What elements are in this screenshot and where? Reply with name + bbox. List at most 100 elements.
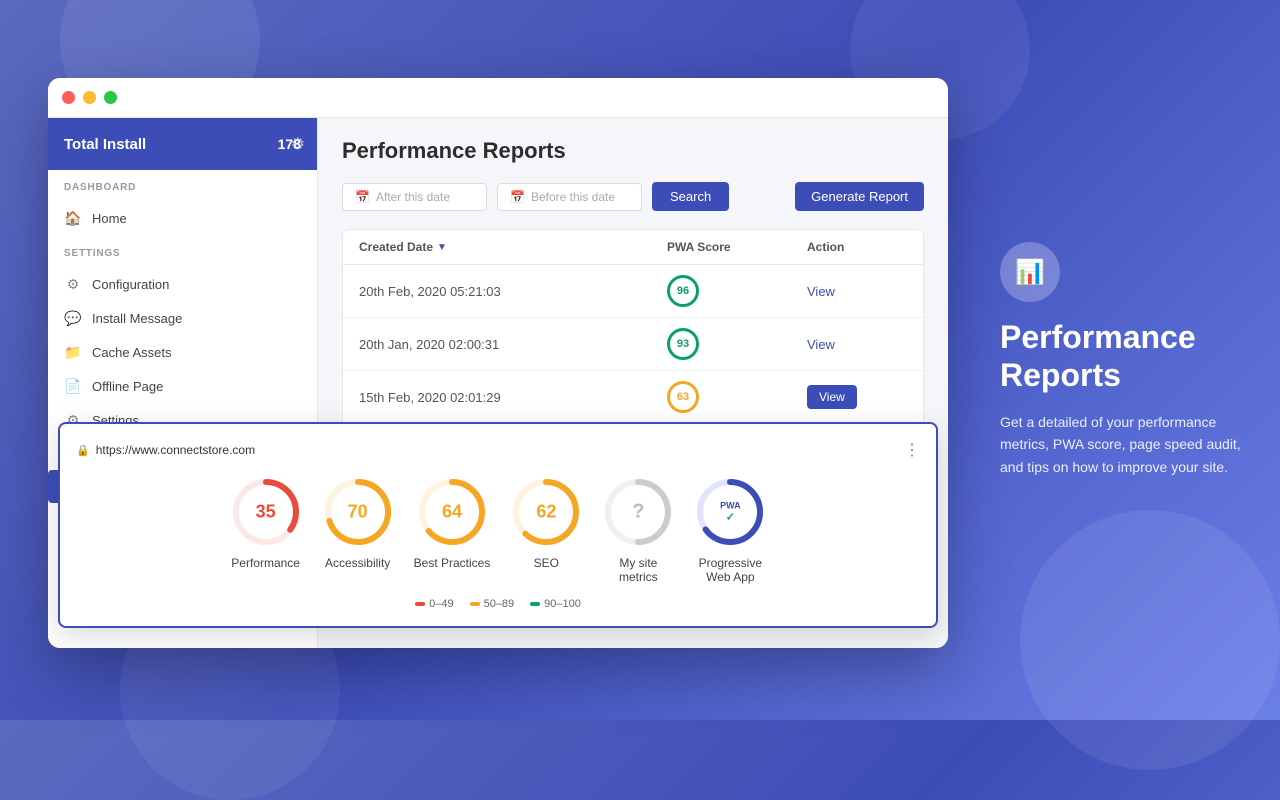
right-panel: 📊 Performance Reports Get a detailed of …	[970, 0, 1280, 720]
panel-title: Performance Reports	[1000, 318, 1250, 395]
score-badge: 93	[667, 328, 699, 360]
message-icon: 💬	[64, 310, 82, 327]
metric-seo: 62 SEO	[510, 476, 582, 570]
legend-label-red: 0–49	[429, 598, 453, 610]
review-icon: ❤	[64, 646, 82, 648]
legend-dot-green	[530, 602, 540, 606]
sidebar-item-offline-page[interactable]: 📄 Offline Page	[48, 370, 317, 403]
best-practices-value: 64	[442, 502, 462, 523]
dashboard-section: DASHBOARD	[48, 170, 317, 201]
score-badge: 96	[667, 275, 699, 307]
view-link[interactable]: View	[807, 284, 835, 299]
filter-bar: 📅 After this date 📅 Before this date Sea…	[342, 182, 924, 211]
site-metrics-circle: ?	[602, 476, 674, 548]
sidebar-item-home[interactable]: 🏠 Home	[48, 202, 317, 235]
configuration-icon: ⚙	[64, 276, 82, 293]
row-score: 63	[667, 381, 807, 413]
pwa-circle: PWA ✓	[694, 476, 766, 548]
row-action: View	[807, 337, 907, 352]
col-pwa-header: PWA Score	[667, 240, 807, 254]
calendar-icon: 📅	[355, 190, 370, 204]
settings-section: SETTINGS	[48, 236, 317, 267]
install-message-label: Install Message	[92, 311, 182, 326]
metric-pwa: PWA ✓ ProgressiveWeb App	[694, 476, 766, 584]
sidebar-item-install-message[interactable]: 💬 Install Message	[48, 302, 317, 335]
legend-dot-orange	[470, 602, 480, 606]
offline-page-label: Offline Page	[92, 379, 163, 394]
col-date-header: Created Date ▼	[359, 240, 667, 254]
main-content: Performance Reports 📅 After this date 📅 …	[318, 118, 948, 648]
site-metrics-value: ?	[632, 501, 644, 524]
row-action: View	[807, 385, 907, 409]
legend-dot-red	[415, 602, 425, 606]
accessibility-circle: 70	[322, 476, 394, 548]
sidebar-header: Total Install 178 ⚙	[48, 118, 317, 170]
row-action: View	[807, 284, 907, 299]
legend-item-green: 90–100	[530, 598, 581, 610]
configuration-label: Configuration	[92, 277, 169, 292]
best-practices-label: Best Practices	[414, 556, 491, 570]
panel-description: Get a detailed of your performance metri…	[1000, 411, 1250, 478]
settings-section-label: SETTINGS	[64, 248, 301, 259]
row-score: 96	[667, 275, 807, 307]
metrics-popup: 🔒 https://www.connectstore.com ⋮ 35	[318, 422, 938, 628]
write-review-label: Write a Review	[92, 647, 179, 648]
popup-url-bar: 🔒 https://www.connectstore.com ⋮	[318, 440, 920, 460]
row-date: 20th Feb, 2020 05:21:03	[359, 284, 667, 299]
offline-icon: 📄	[64, 378, 82, 395]
metrics-row: 35 Performance 70 Accessi	[318, 476, 920, 584]
panel-icon-circle: 📊	[1000, 242, 1060, 302]
legend-row: 0–49 50–89 90–100	[318, 598, 920, 610]
table-row: 20th Feb, 2020 05:21:03 96 View	[343, 265, 923, 318]
before-date-input[interactable]: 📅 Before this date	[497, 183, 642, 211]
sidebar-item-cache-assets[interactable]: 📁 Cache Assets	[48, 336, 317, 369]
before-date-placeholder: Before this date	[531, 190, 615, 204]
after-date-input[interactable]: 📅 After this date	[342, 183, 487, 211]
metric-site-metrics: ? My sitemetrics	[602, 476, 674, 584]
sidebar-item-configuration[interactable]: ⚙ Configuration	[48, 268, 317, 301]
sort-icon: ▼	[437, 242, 447, 253]
legend-item-red: 0–49	[415, 598, 453, 610]
maximize-button[interactable]	[104, 91, 117, 104]
legend-label-orange: 50–89	[484, 598, 515, 610]
browser-titlebar	[48, 78, 948, 118]
best-practices-circle: 64	[416, 476, 488, 548]
seo-circle: 62	[510, 476, 582, 548]
page-title: Performance Reports	[342, 138, 924, 164]
close-button[interactable]	[62, 91, 75, 104]
home-icon: 🏠	[64, 210, 82, 227]
table-row: 15th Feb, 2020 02:01:29 63 View	[343, 371, 923, 424]
browser-window: Total Install 178 ⚙ DASHBOARD 🏠 Home SET…	[48, 78, 948, 648]
seo-label: SEO	[534, 556, 559, 570]
sidebar-item-write-review[interactable]: ❤ Write a Review	[48, 638, 317, 648]
metric-accessibility: 70 Accessibility	[322, 476, 394, 570]
after-date-placeholder: After this date	[376, 190, 450, 204]
seo-value: 62	[536, 502, 556, 523]
accessibility-value: 70	[348, 502, 368, 523]
table-header: Created Date ▼ PWA Score Action	[343, 230, 923, 265]
calendar-icon-2: 📅	[510, 190, 525, 204]
legend-label-green: 90–100	[544, 598, 581, 610]
metric-best-practices: 64 Best Practices	[414, 476, 491, 570]
settings-icon[interactable]: ⚙	[291, 134, 305, 154]
pwa-label: ProgressiveWeb App	[699, 556, 762, 584]
popup-menu-icon[interactable]: ⋮	[904, 440, 920, 460]
cache-assets-label: Cache Assets	[92, 345, 172, 360]
row-score: 93	[667, 328, 807, 360]
view-link[interactable]: View	[807, 337, 835, 352]
legend-item-orange: 50–89	[470, 598, 515, 610]
home-label: Home	[92, 211, 127, 226]
col-action-header: Action	[807, 240, 907, 254]
dashboard-section-label: DASHBOARD	[64, 182, 301, 193]
accessibility-label: Accessibility	[325, 556, 390, 570]
generate-report-button[interactable]: Generate Report	[795, 182, 924, 211]
search-button[interactable]: Search	[652, 182, 729, 211]
row-date: 15th Feb, 2020 02:01:29	[359, 390, 667, 405]
row-date: 20th Jan, 2020 02:00:31	[359, 337, 667, 352]
view-button-active[interactable]: View	[807, 385, 857, 409]
minimize-button[interactable]	[83, 91, 96, 104]
cache-icon: 📁	[64, 344, 82, 361]
sidebar-title: Total Install	[64, 136, 146, 153]
pwa-check: ✓	[720, 511, 741, 524]
site-metrics-label: My sitemetrics	[619, 556, 658, 584]
